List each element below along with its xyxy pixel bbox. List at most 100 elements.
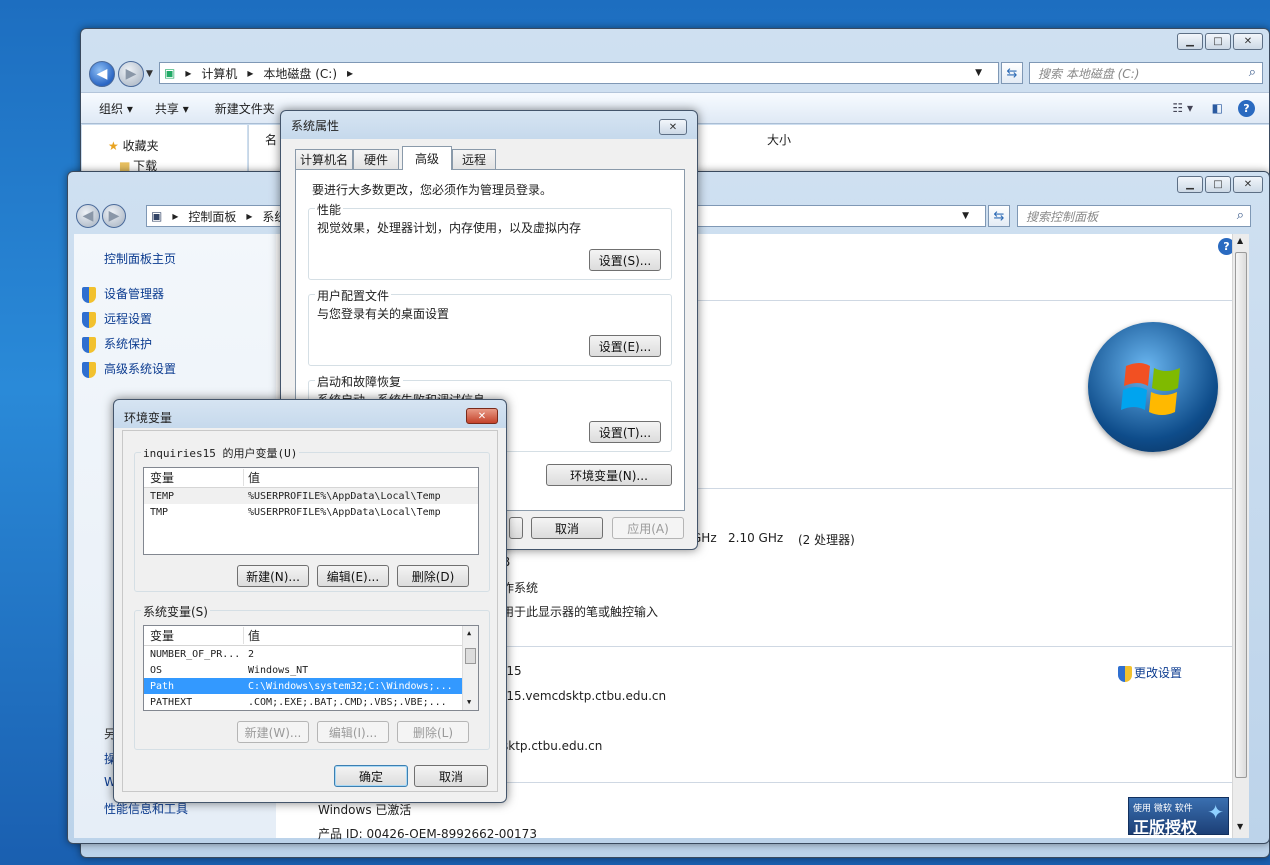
tab-hardware[interactable]: 硬件 [353,149,399,169]
ok-button[interactable]: 确定 [334,765,408,787]
control-panel-home-link[interactable]: 控制面板主页 [104,250,176,267]
shield-icon [82,286,96,303]
variable-value: 2 [248,648,255,660]
help-icon[interactable]: ? [1238,99,1255,117]
list-item[interactable]: NUMBER_OF_PR... 2 [144,646,478,662]
variable-value: C:\Windows\system32;C:\Windows;... [248,680,453,692]
nav-item-favorites[interactable]: ★ 收藏夹 [108,137,159,154]
user-edit-button[interactable]: 编辑(E)... [317,565,389,587]
close-button[interactable]: ✕ [659,119,687,135]
system-protection-link[interactable]: 系统保护 [82,335,152,353]
list-header: 变量 值 [144,626,478,646]
apply-button[interactable]: 应用(A) [612,517,684,539]
performance-description: 视觉效果，处理器计划，内存使用，以及虚拟内存 [317,221,582,235]
refresh-button[interactable]: ⇆ [1001,62,1023,84]
scrollbar-thumb[interactable] [1235,252,1247,778]
back-button[interactable]: ◀ [76,204,100,228]
address-dropdown-icon[interactable]: ▼ [962,211,969,221]
explorer-search-input[interactable]: 搜索 本地磁盘 (C:) ⌕ [1029,62,1263,84]
close-button[interactable]: ✕ [1233,33,1263,50]
list-scrollbar[interactable]: ▲ ▼ [462,626,478,710]
view-options-icon[interactable]: ☷ ▾ [1172,101,1193,115]
activation-status: Windows 已激活 [318,803,412,817]
preview-pane-icon[interactable]: ◧ [1212,101,1223,115]
user-new-button[interactable]: 新建(N)... [237,565,309,587]
maximize-button[interactable]: □ [1205,176,1231,193]
column-variable[interactable]: 变量 [144,469,244,486]
advanced-system-settings-link[interactable]: 高级系统设置 [82,360,176,378]
cancel-button[interactable]: 取消 [414,765,488,787]
cancel-button[interactable]: 取消 [531,517,603,539]
dialog-title: 环境变量 [124,411,173,425]
scroll-down-arrow-icon[interactable]: ▼ [467,698,471,706]
minimize-button[interactable]: ▁ [1177,33,1203,50]
refresh-button[interactable]: ⇆ [988,205,1010,227]
column-variable[interactable]: 变量 [144,627,244,644]
minimize-button[interactable]: ▁ [1177,176,1203,193]
change-settings-link[interactable]: 更改设置 [1118,664,1182,682]
full-computer-name-tail: -15.vemcdsktp.ctbu.edu.cn [502,689,667,703]
tab-advanced[interactable]: 高级 [402,146,452,170]
vertical-scrollbar[interactable]: ▲ ▼ [1232,234,1249,838]
close-button[interactable]: ✕ [1233,176,1263,193]
recent-pages-dropdown[interactable]: ▼ [146,69,153,79]
breadcrumb-drive[interactable]: 本地磁盘 (C:) [263,65,337,82]
ok-button[interactable] [509,517,523,539]
user-variables-list[interactable]: 变量 值 TEMP %USERPROFILE%\AppData\Local\Te… [143,467,479,555]
variable-value: %USERPROFILE%\AppData\Local\Temp [248,506,441,518]
breadcrumb-computer[interactable]: 计算机 [201,65,237,82]
address-dropdown-icon[interactable]: ▼ [975,68,982,78]
scroll-up-arrow-icon[interactable]: ▲ [467,629,471,637]
maximize-button[interactable]: □ [1205,33,1231,50]
user-variables-label: inquiries15 的用户变量(U) [141,445,300,461]
star-icon: ★ [108,139,119,153]
column-header-name[interactable]: 名 [265,131,277,148]
list-item[interactable]: OS Windows_NT [144,662,478,678]
list-item-selected[interactable]: Path C:\Windows\system32;C:\Windows;... [144,678,478,694]
genuine-small-text: 使用 微软 软件 [1133,804,1193,814]
section-divider [696,300,1232,301]
system-variables-label: 系统变量(S) [141,603,210,620]
address-bar[interactable]: ▣ ▸ 计算机 ▸ 本地磁盘 (C:) ▸ ▼ [159,62,999,84]
cpu-count-value: (2 处理器) [798,533,855,547]
user-profiles-settings-button[interactable]: 设置(E)... [589,335,661,357]
startup-recovery-settings-button[interactable]: 设置(T)... [589,421,661,443]
remote-settings-link[interactable]: 远程设置 [82,310,152,328]
forward-button[interactable]: ▶ [118,61,144,87]
system-edit-button[interactable]: 编辑(I)... [317,721,389,743]
share-button[interactable]: 共享 ▾ [155,100,189,117]
device-manager-link[interactable]: 设备管理器 [82,285,164,303]
organize-button[interactable]: 组织 ▾ [99,100,133,117]
system-type-tail: 作系统 [502,581,539,595]
shield-icon [1118,665,1132,682]
search-icon: ⌕ [1236,208,1244,223]
breadcrumb-sep-icon: ▸ [185,66,192,80]
scroll-down-arrow-icon[interactable]: ▼ [1237,822,1243,831]
system-delete-button[interactable]: 删除(L) [397,721,469,743]
column-value[interactable]: 值 [244,469,478,486]
performance-settings-button[interactable]: 设置(S)... [589,249,661,271]
variable-value: .COM;.EXE;.BAT;.CMD;.VBS;.VBE;... [248,696,447,708]
list-item[interactable]: PATHEXT .COM;.EXE;.BAT;.CMD;.VBS;.VBE;..… [144,694,478,710]
variable-name: NUMBER_OF_PR... [150,648,241,660]
computer-icon: ▣ [164,66,176,80]
section-divider [502,646,1232,647]
close-button[interactable]: ✕ [466,408,498,424]
user-delete-button[interactable]: 删除(D) [397,565,469,587]
column-header-size[interactable]: 大小 [767,131,791,148]
breadcrumb-control-panel[interactable]: 控制面板 [188,208,236,225]
scrollbar-thumb[interactable] [465,648,476,664]
new-folder-button[interactable]: 新建文件夹 [215,100,275,117]
system-variables-list[interactable]: 变量 值 NUMBER_OF_PR... 2 OS Windows_NT Pat… [143,625,479,711]
control-panel-search-input[interactable]: 搜索控制面板 ⌕ [1017,205,1251,227]
scroll-up-arrow-icon[interactable]: ▲ [1237,236,1243,245]
list-item[interactable]: TEMP %USERPROFILE%\AppData\Local\Temp [144,488,478,504]
back-button[interactable]: ◀ [89,61,115,87]
forward-button[interactable]: ▶ [102,204,126,228]
tab-computer-name[interactable]: 计算机名 [295,149,353,169]
system-new-button[interactable]: 新建(W)... [237,721,309,743]
environment-variables-button[interactable]: 环境变量(N)... [546,464,672,486]
tab-remote[interactable]: 远程 [452,149,496,169]
list-item[interactable]: TMP %USERPROFILE%\AppData\Local\Temp [144,504,478,520]
column-value[interactable]: 值 [244,627,478,644]
